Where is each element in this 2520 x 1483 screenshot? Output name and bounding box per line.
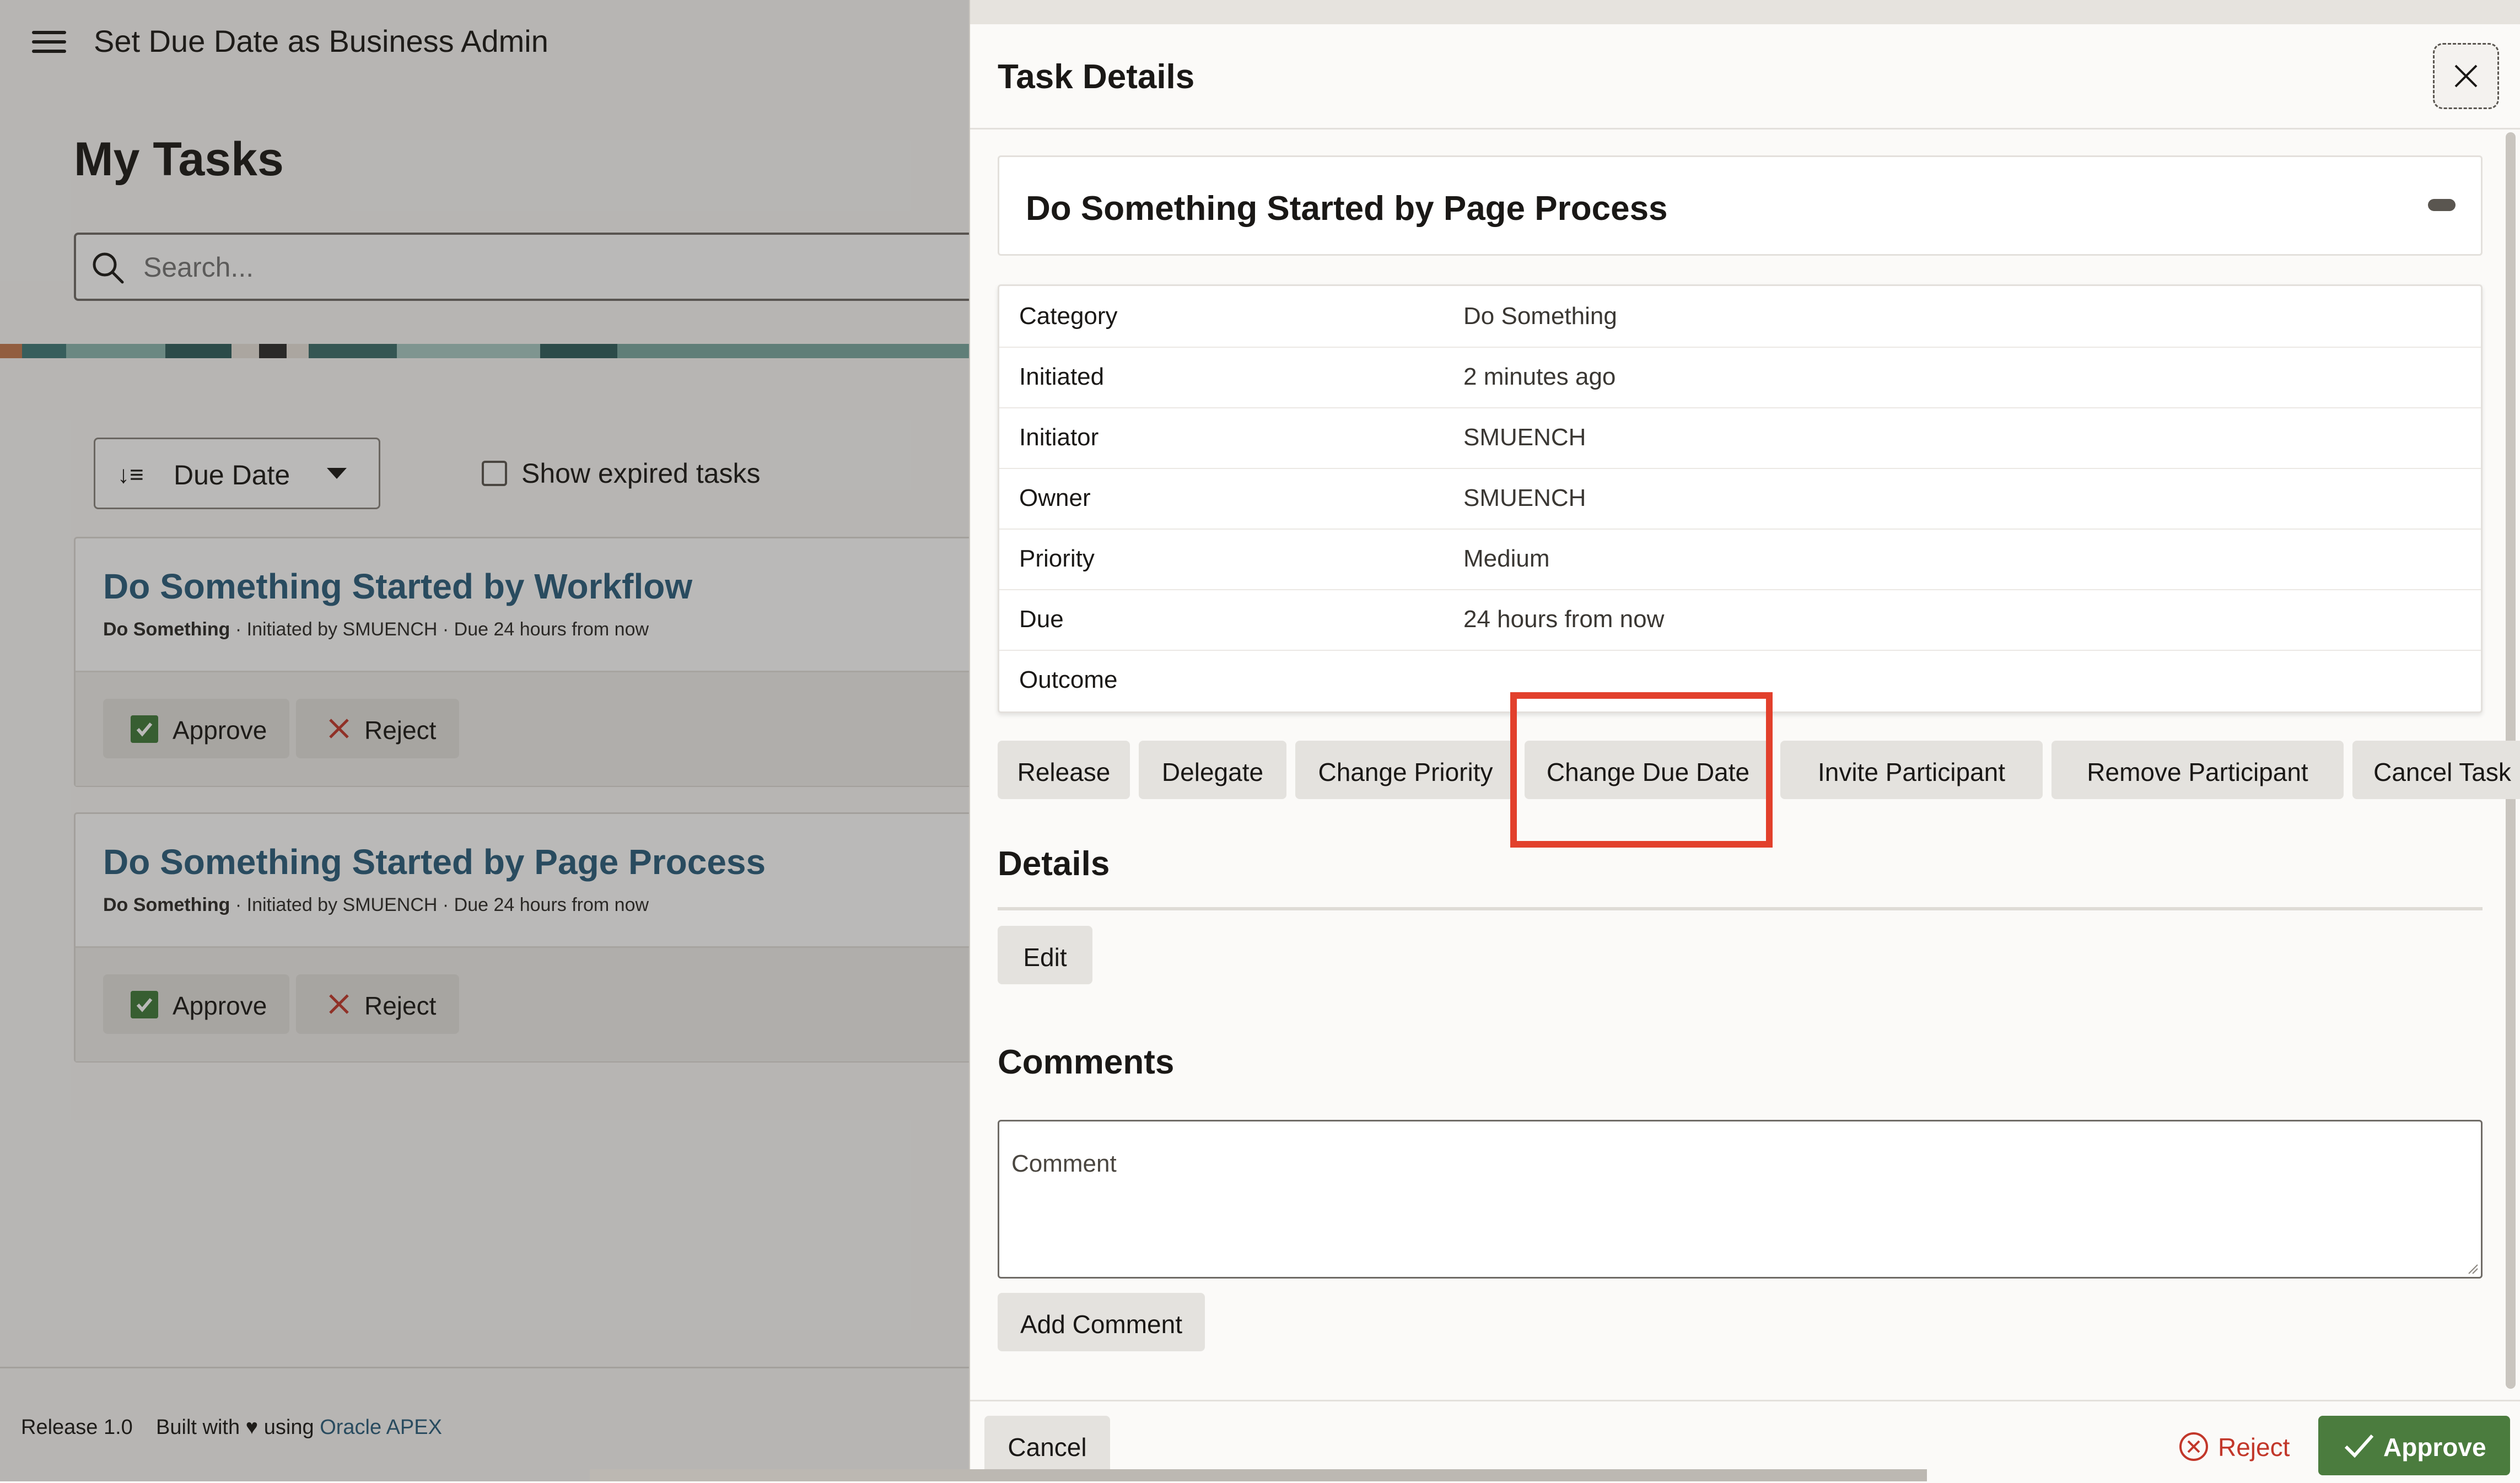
cancel-label: Cancel	[1008, 1433, 1087, 1462]
reject-label: Reject	[2218, 1433, 2290, 1462]
property-row: Owner SMUENCH	[999, 468, 2481, 530]
property-row: Initiated 2 minutes ago	[999, 347, 2481, 408]
close-dialog-button[interactable]	[2433, 43, 2499, 109]
release-button[interactable]: Release	[998, 741, 1130, 799]
cancel-task-button[interactable]: Cancel Task	[2352, 741, 2520, 799]
add-comment-label: Add Comment	[1020, 1310, 1182, 1339]
comment-field[interactable]	[998, 1120, 2483, 1279]
approve-label: Approve	[2383, 1433, 2486, 1462]
property-row: Initiator SMUENCH	[999, 407, 2481, 469]
modal-overlay[interactable]	[0, 0, 970, 1481]
property-value: SMUENCH	[1463, 424, 1586, 451]
property-label: Owner	[1019, 484, 1091, 511]
property-row: Category Do Something	[999, 286, 2481, 348]
property-label: Initiated	[1019, 363, 1105, 390]
property-label: Initiator	[1019, 424, 1099, 451]
cancel-task-label: Cancel Task	[2373, 758, 2511, 786]
cancel-button[interactable]: Cancel	[984, 1416, 1110, 1475]
delegate-button[interactable]: Delegate	[1139, 741, 1286, 799]
change-priority-button[interactable]: Change Priority	[1295, 741, 1516, 799]
release-label: Release	[1017, 758, 1111, 786]
approve-button[interactable]: Approve	[2318, 1416, 2510, 1475]
dialog-top-band	[970, 0, 2520, 24]
resize-handle-icon[interactable]	[2467, 1263, 2479, 1275]
dialog-title: Task Details	[998, 58, 1195, 96]
property-row: Due 24 hours from now	[999, 589, 2481, 651]
change-priority-label: Change Priority	[1318, 758, 1493, 786]
task-properties: Category Do Something Initiated 2 minute…	[998, 284, 2483, 713]
reject-button[interactable]: Reject	[2171, 1416, 2297, 1475]
property-label: Category	[1019, 303, 1118, 330]
details-heading: Details	[998, 845, 1110, 883]
property-label: Priority	[1019, 545, 1095, 572]
highlight-annotation-box	[1510, 692, 1773, 848]
task-title-region: Do Something Started by Page Process	[998, 155, 2483, 256]
property-value: SMUENCH	[1463, 484, 1586, 511]
dialog-header: Task Details	[970, 24, 2520, 130]
property-value: 2 minutes ago	[1463, 363, 1616, 390]
property-row: Priority Medium	[999, 529, 2481, 590]
add-comment-button[interactable]: Add Comment	[998, 1293, 1205, 1351]
edit-label: Edit	[1023, 943, 1067, 972]
horizontal-scrollbar[interactable]	[590, 1469, 1927, 1481]
task-title: Do Something Started by Page Process	[1026, 190, 1668, 228]
remove-participant-label: Remove Participant	[2087, 758, 2308, 786]
remove-participant-button[interactable]: Remove Participant	[2051, 741, 2344, 799]
check-icon	[2344, 1435, 2374, 1458]
details-divider	[998, 907, 2483, 910]
close-circle-icon	[2179, 1432, 2208, 1461]
edit-button[interactable]: Edit	[998, 926, 1092, 984]
close-icon	[2454, 64, 2478, 88]
delegate-label: Delegate	[1161, 758, 1264, 786]
comment-textarea[interactable]	[999, 1121, 2481, 1277]
comments-heading: Comments	[998, 1043, 1175, 1081]
property-value: Medium	[1463, 545, 1550, 572]
property-label: Outcome	[1019, 666, 1118, 693]
invite-participant-label: Invite Participant	[1817, 758, 2006, 786]
property-value: Do Something	[1463, 303, 1617, 330]
property-value: 24 hours from now	[1463, 606, 1665, 633]
property-label: Due	[1019, 606, 1064, 633]
invite-participant-button[interactable]: Invite Participant	[1780, 741, 2043, 799]
collapse-toggle-icon[interactable]	[2428, 199, 2456, 211]
